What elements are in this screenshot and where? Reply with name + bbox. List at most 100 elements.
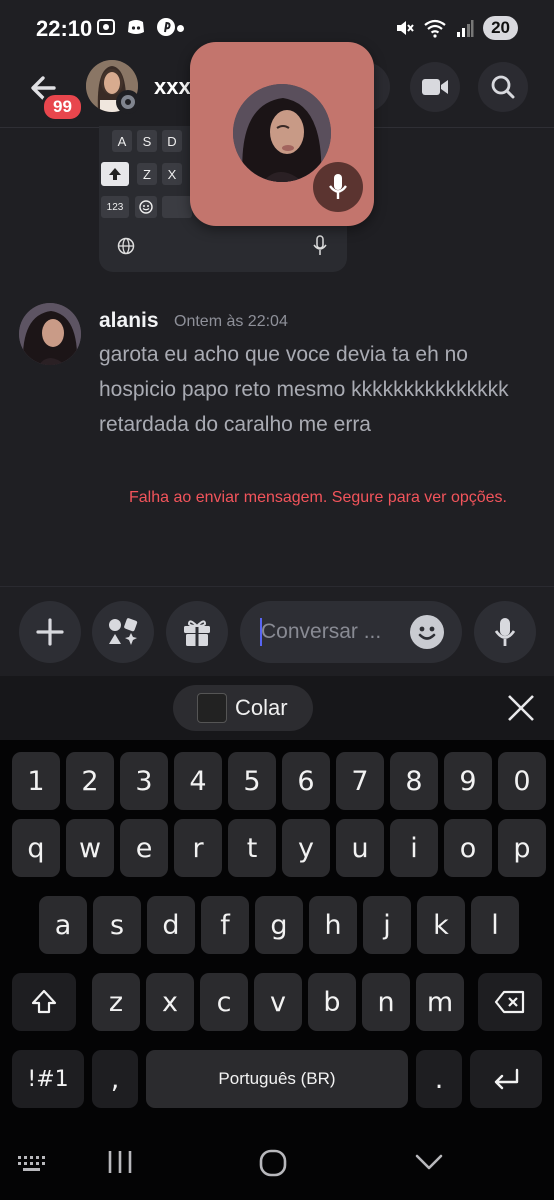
key-3[interactable]: 3	[120, 752, 168, 810]
key-w[interactable]: w	[66, 819, 114, 877]
paste-button[interactable]: Colar	[173, 685, 313, 731]
space-key[interactable]: Português (BR)	[146, 1050, 408, 1108]
gift-button[interactable]	[166, 601, 228, 663]
video-call-button[interactable]	[410, 62, 460, 112]
key-n[interactable]: n	[362, 973, 410, 1031]
key-g[interactable]: g	[255, 896, 303, 954]
signal-icon	[457, 20, 474, 37]
key-m[interactable]: m	[416, 973, 464, 1031]
image-key-d: D	[162, 130, 182, 152]
status-indicator	[116, 90, 140, 114]
image-mic-icon	[313, 235, 327, 255]
key-x[interactable]: x	[146, 973, 194, 1031]
shift-icon	[31, 989, 57, 1014]
apps-icon	[109, 618, 138, 645]
key-7[interactable]: 7	[336, 752, 384, 810]
key-8[interactable]: 8	[390, 752, 438, 810]
image-key-a: A	[112, 130, 132, 152]
home-icon[interactable]	[258, 1148, 288, 1178]
key-j[interactable]: j	[363, 896, 411, 954]
image-emoji-icon	[135, 196, 157, 218]
key-c[interactable]: c	[200, 973, 248, 1031]
paste-label: Colar	[235, 695, 288, 720]
plus-icon	[36, 618, 64, 646]
image-key-s: S	[137, 130, 157, 152]
key-r[interactable]: r	[174, 819, 222, 877]
keyboard-hide-icon[interactable]	[16, 1154, 46, 1174]
key-h[interactable]: h	[309, 896, 357, 954]
enter-key[interactable]	[470, 1050, 542, 1108]
symbols-key[interactable]: !#1	[12, 1050, 84, 1108]
search-button[interactable]	[478, 62, 528, 112]
period-key[interactable]: .	[416, 1050, 462, 1108]
message-input[interactable]: Conversar ...	[240, 601, 462, 663]
backspace-key[interactable]	[478, 973, 542, 1031]
comma-key[interactable]: ,	[92, 1050, 138, 1108]
microphone-icon	[329, 174, 347, 199]
channel-name[interactable]: xxx	[154, 74, 191, 100]
message-composer: Conversar ...	[0, 586, 554, 676]
video-camera-icon	[422, 79, 448, 95]
message-author-avatar[interactable]	[19, 303, 81, 365]
key-k[interactable]: k	[417, 896, 465, 954]
image-key-x: X	[162, 163, 182, 185]
message-text[interactable]: garota eu acho que voce devia ta eh no h…	[99, 337, 529, 442]
apps-button[interactable]	[92, 601, 154, 663]
key-v[interactable]: v	[254, 973, 302, 1031]
clipboard-thumbnail	[197, 693, 227, 723]
key-1[interactable]: 1	[12, 752, 60, 810]
key-e[interactable]: e	[120, 819, 168, 877]
smiley-icon	[418, 626, 436, 640]
image-globe-icon	[117, 237, 135, 255]
recent-apps-icon[interactable]	[106, 1148, 134, 1176]
emoji-button[interactable]	[410, 615, 444, 649]
key-a[interactable]: a	[39, 896, 87, 954]
key-4[interactable]: 4	[174, 752, 222, 810]
shift-key[interactable]	[12, 973, 76, 1031]
key-6[interactable]: 6	[282, 752, 330, 810]
key-i[interactable]: i	[390, 819, 438, 877]
enter-icon	[494, 1068, 519, 1090]
pinterest-icon	[157, 18, 175, 36]
key-9[interactable]: 9	[444, 752, 492, 810]
image-key-z: Z	[137, 163, 157, 185]
key-z[interactable]: z	[92, 973, 140, 1031]
screenshot-icon	[97, 19, 115, 35]
key-s[interactable]: s	[93, 896, 141, 954]
notification-dot	[177, 25, 184, 32]
voice-call-pip[interactable]	[190, 42, 374, 226]
chevron-down-icon[interactable]	[414, 1150, 444, 1174]
voice-message-button[interactable]	[474, 601, 536, 663]
key-o[interactable]: o	[444, 819, 492, 877]
image-space-key	[162, 196, 192, 218]
image-key-123: 123	[101, 196, 129, 218]
wifi-icon	[424, 19, 446, 38]
key-d[interactable]: d	[147, 896, 195, 954]
key-t[interactable]: t	[228, 819, 276, 877]
unread-badge: 99	[41, 92, 84, 122]
key-l[interactable]: l	[471, 896, 519, 954]
key-q[interactable]: q	[12, 819, 60, 877]
key-y[interactable]: y	[282, 819, 330, 877]
keyboard: 1234567890 qwertyuiop asdfghjkl zxcvbnm …	[0, 740, 554, 1140]
key-0[interactable]: 0	[498, 752, 546, 810]
key-f[interactable]: f	[201, 896, 249, 954]
discord-icon	[128, 20, 144, 34]
pip-mic-button[interactable]	[313, 162, 363, 212]
search-icon	[491, 75, 515, 99]
attach-button[interactable]	[19, 601, 81, 663]
system-icons: 20	[394, 16, 518, 40]
system-navigation-bar	[0, 1140, 554, 1200]
key-p[interactable]: p	[498, 819, 546, 877]
close-icon[interactable]	[506, 693, 536, 723]
key-u[interactable]: u	[336, 819, 384, 877]
keyboard-toolbar: Colar	[0, 676, 554, 740]
gift-icon	[184, 620, 210, 646]
message-author[interactable]: alanis	[99, 309, 159, 333]
key-b[interactable]: b	[308, 973, 356, 1031]
message-send-error[interactable]: Falha ao enviar mensagem. Segure para ve…	[129, 484, 509, 512]
notification-icons	[96, 17, 176, 37]
message-timestamp: Ontem às 22:04	[174, 313, 288, 330]
key-2[interactable]: 2	[66, 752, 114, 810]
key-5[interactable]: 5	[228, 752, 276, 810]
